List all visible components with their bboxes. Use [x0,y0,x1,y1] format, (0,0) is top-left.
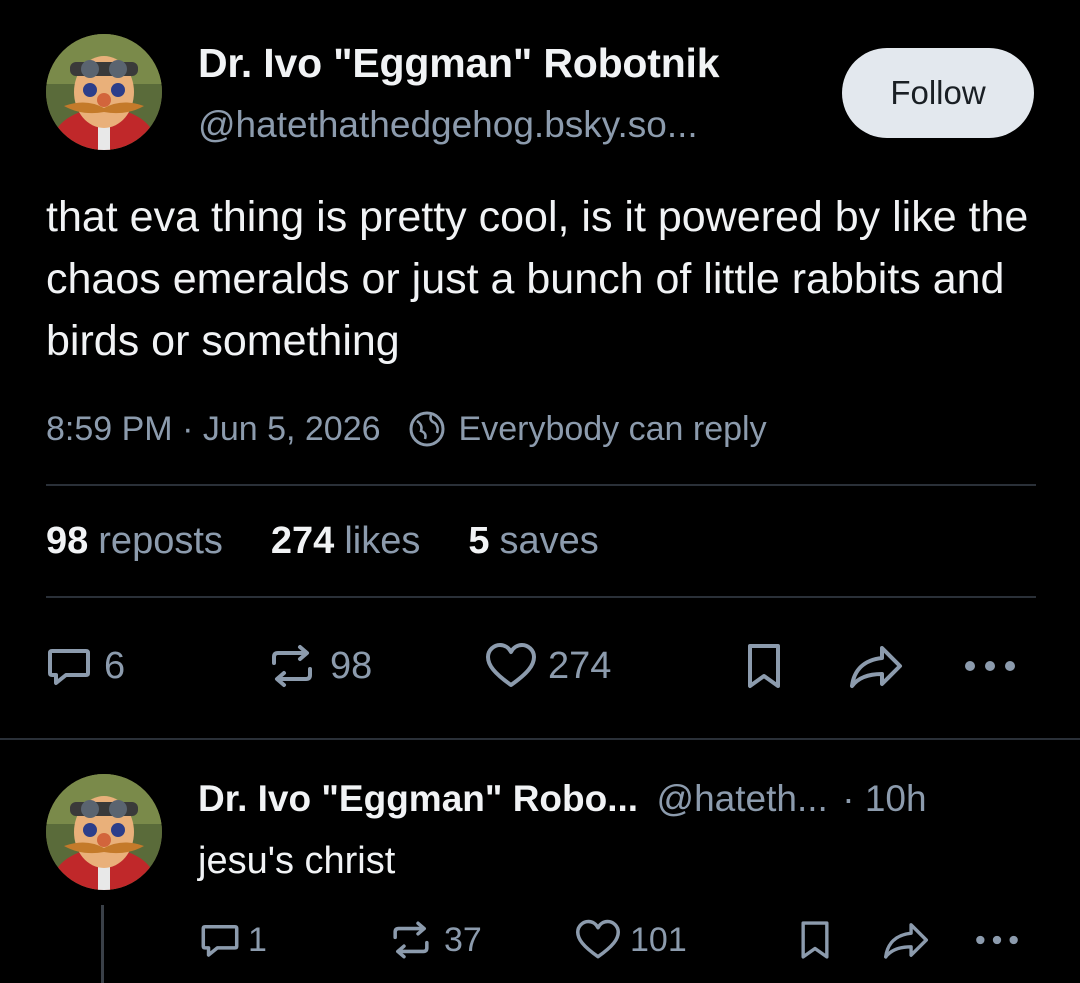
reply-repost-button[interactable]: 37 [386,918,482,962]
repost-icon [272,645,312,687]
reply-icon [48,649,90,685]
post-text: that eva thing is pretty cool, is it pow… [46,193,1029,365]
globe-icon [409,411,445,447]
reply-button[interactable]: 6 [44,640,125,692]
reposts-count: 98 [46,519,89,562]
divider [0,738,1080,740]
reply-age[interactable]: · 10h [842,778,926,819]
reply-author-name[interactable]: Dr. Ivo "Eggman" Robo... [198,778,638,819]
divider [46,484,1036,486]
reply-icon [201,925,239,957]
likes-stat[interactable]: 274 likes [271,520,420,563]
post-meta: 8:59 PM · Jun 5, 2026 Everybody can repl… [46,404,767,454]
reply-text: jesu's christ [198,840,396,882]
reply-count: 6 [104,644,126,687]
likes-label: likes [344,519,421,562]
reply-reply-count: 1 [248,920,267,959]
reply-like-button[interactable]: 101 [574,918,687,962]
author-display-name[interactable]: Dr. Ivo "Eggman" Robotnik [198,40,720,87]
share-button[interactable] [846,640,906,692]
repost-count: 98 [330,644,373,687]
share-icon [884,923,929,959]
thread-line [101,905,104,983]
reply-author-handle[interactable]: @hateth... [657,778,828,819]
reposts-stat[interactable]: 98 reposts [46,520,223,563]
repost-icon [393,921,429,959]
like-button[interactable]: 274 [484,640,611,692]
heart-icon [486,643,536,687]
more-icon [976,935,1018,945]
repost-button[interactable]: 98 [264,640,372,692]
bookmark-icon [748,644,780,688]
bookmark-icon [801,921,829,959]
avatar[interactable] [46,774,162,890]
reply-setting-label: Everybody can reply [458,409,767,448]
more-button[interactable] [960,640,1020,692]
reply-more-button[interactable] [972,918,1022,962]
like-count: 274 [548,644,612,687]
reply-header: Dr. Ivo "Eggman" Robo... @hateth... · 10… [198,778,927,820]
saves-label: saves [499,519,599,562]
more-icon [965,661,1015,671]
saves-count: 5 [468,519,490,562]
saves-stat[interactable]: 5 saves [468,520,598,563]
reply-repost-count: 37 [444,920,482,959]
divider [46,596,1036,598]
reply-bookmark-button[interactable] [796,918,834,962]
reposts-label: reposts [98,519,223,562]
reply-share-button[interactable] [880,918,932,962]
avatar[interactable] [46,34,162,150]
reply-like-count: 101 [630,920,687,959]
author-handle[interactable]: @hatethathedgehog.bsky.so... [198,104,698,146]
post-timestamp[interactable]: 8:59 PM · Jun 5, 2026 [46,410,381,449]
engagement-stats: 98 reposts 274 likes 5 saves [46,516,647,566]
share-icon [850,646,902,688]
reply-reply-button[interactable]: 1 [198,918,267,962]
follow-button[interactable]: Follow [842,48,1034,138]
heart-icon [576,919,620,959]
likes-count: 274 [270,519,335,562]
bookmark-button[interactable] [742,640,786,692]
